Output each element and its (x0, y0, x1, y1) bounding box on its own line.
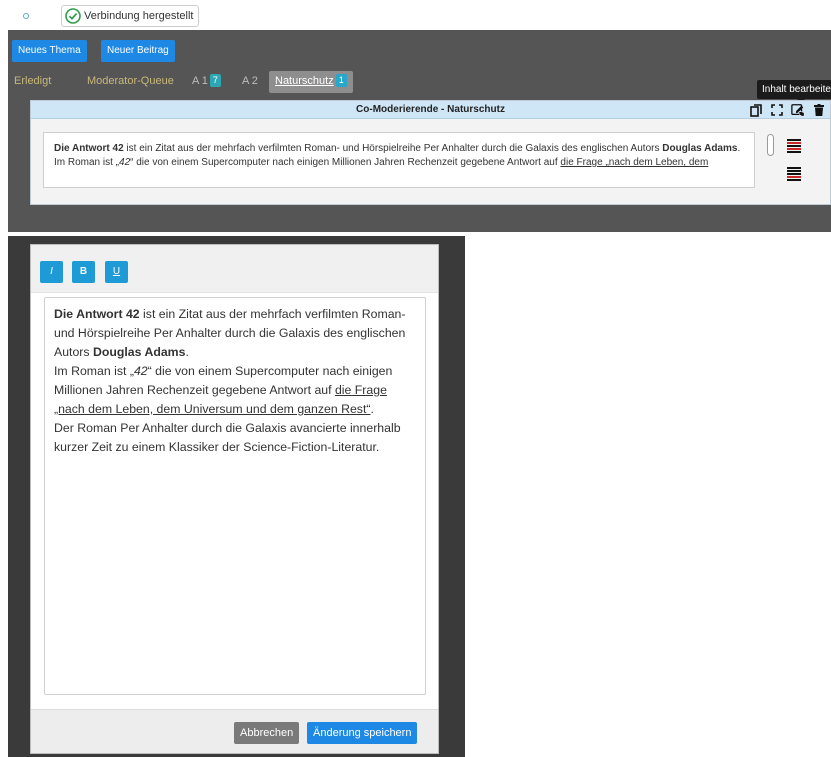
tab-label: Moderator-Queue (87, 75, 174, 87)
color-stack-icon[interactable] (787, 139, 801, 155)
post-bold-text: Die Antwort 42 (54, 143, 124, 154)
tab-label: Erledigt (14, 75, 52, 87)
tab-erledigt[interactable]: Erledigt (10, 71, 55, 93)
trash-icon[interactable] (812, 103, 826, 117)
editor-author: Douglas Adams (92, 345, 186, 359)
forum-panel: Neues Thema Neuer Beitrag Erledigt Moder… (8, 30, 831, 232)
editor-text: Im Roman ist „ (54, 364, 134, 378)
post-paragraph: Im Roman ist „42“ die von einem Supercom… (54, 156, 744, 170)
post-text: ist ein Zitat aus der mehrfach verfilmte… (123, 143, 663, 154)
post-text: . (737, 143, 741, 154)
fullscreen-icon[interactable] (770, 103, 784, 117)
connection-status-label: Verbindung hergestellt (84, 10, 194, 22)
editor-paragraph: Der Roman Per Anhalter durch die Galaxis… (54, 421, 401, 454)
tab-a2[interactable]: A 2 (238, 71, 262, 93)
tab-moderator-queue[interactable]: Moderator-Queue (83, 71, 178, 93)
post-actions (749, 101, 826, 119)
tab-naturschutz[interactable]: Naturschutz 1 (269, 71, 353, 93)
cancel-button[interactable]: Abbrechen (234, 722, 300, 744)
post-header: Co-Moderierende - Naturschutz (31, 101, 830, 119)
edit-content-tooltip: Inhalt bearbeiten (757, 80, 831, 103)
new-post-button[interactable]: Neuer Beitrag (101, 40, 175, 62)
editor-paragraph: Im Roman ist „42“ die von einem Supercom… (54, 362, 416, 419)
editor-text: . (185, 345, 189, 359)
editor-italic-text: 42 (133, 364, 148, 378)
save-changes-button[interactable]: Änderung speichern (307, 722, 418, 744)
edit-icon[interactable] (791, 103, 805, 117)
tab-a1[interactable]: A 17 (188, 71, 225, 93)
tab-count-badge: 1 (335, 74, 347, 87)
post-card: Co-Moderierende - Naturschutz Die Antwor… (30, 100, 831, 205)
bold-button[interactable]: B (72, 261, 95, 283)
connection-status-badge: Verbindung hergestellt (61, 5, 200, 27)
post-scrollbar[interactable] (767, 134, 774, 156)
editor-text: . (370, 402, 374, 416)
editor-bold-text: Die Antwort 42 (54, 307, 140, 321)
format-toolbar: I B U (31, 245, 438, 293)
post-title: Co-Moderierende - Naturschutz (356, 104, 505, 115)
tab-label: Naturschutz (275, 75, 334, 87)
post-content: Die Antwort 42 ist ein Zitat aus der meh… (43, 132, 755, 188)
editor-paragraph: Die Antwort 42 ist ein Zitat aus der meh… (54, 305, 416, 362)
copy-icon[interactable] (749, 103, 763, 117)
content-editor[interactable]: Die Antwort 42 ist ein Zitat aus der meh… (44, 297, 426, 695)
status-bar: Verbindung hergestellt (0, 0, 831, 30)
post-italic-text: 42 (119, 157, 131, 168)
underline-button[interactable]: U (105, 261, 128, 283)
tab-count-badge: 7 (209, 74, 221, 87)
status-dot-icon (23, 13, 29, 19)
tab-bar: Erledigt Moderator-Queue A 17 A 2 Naturs… (8, 68, 831, 94)
edit-modal: I B U Die Antwort 42 ist ein Zitat aus d… (30, 244, 439, 754)
post-paragraph: Die Antwort 42 ist ein Zitat aus der meh… (54, 142, 744, 156)
italic-button[interactable]: I (40, 261, 63, 283)
check-circle-icon (65, 8, 81, 24)
tab-label: A 1 (192, 75, 208, 87)
post-link[interactable]: die Frage „nach dem Leben, dem (560, 157, 708, 168)
post-text: Im Roman ist „ (54, 157, 120, 168)
modal-footer: Abbrechen Änderung speichern (31, 709, 438, 753)
post-author: Douglas Adams (662, 143, 738, 154)
tab-label: A 2 (242, 75, 258, 87)
color-stack-icon[interactable] (787, 167, 801, 183)
post-text: “ die von einem Supercomputer nach einig… (130, 157, 561, 168)
new-topic-button[interactable]: Neues Thema (12, 40, 87, 62)
